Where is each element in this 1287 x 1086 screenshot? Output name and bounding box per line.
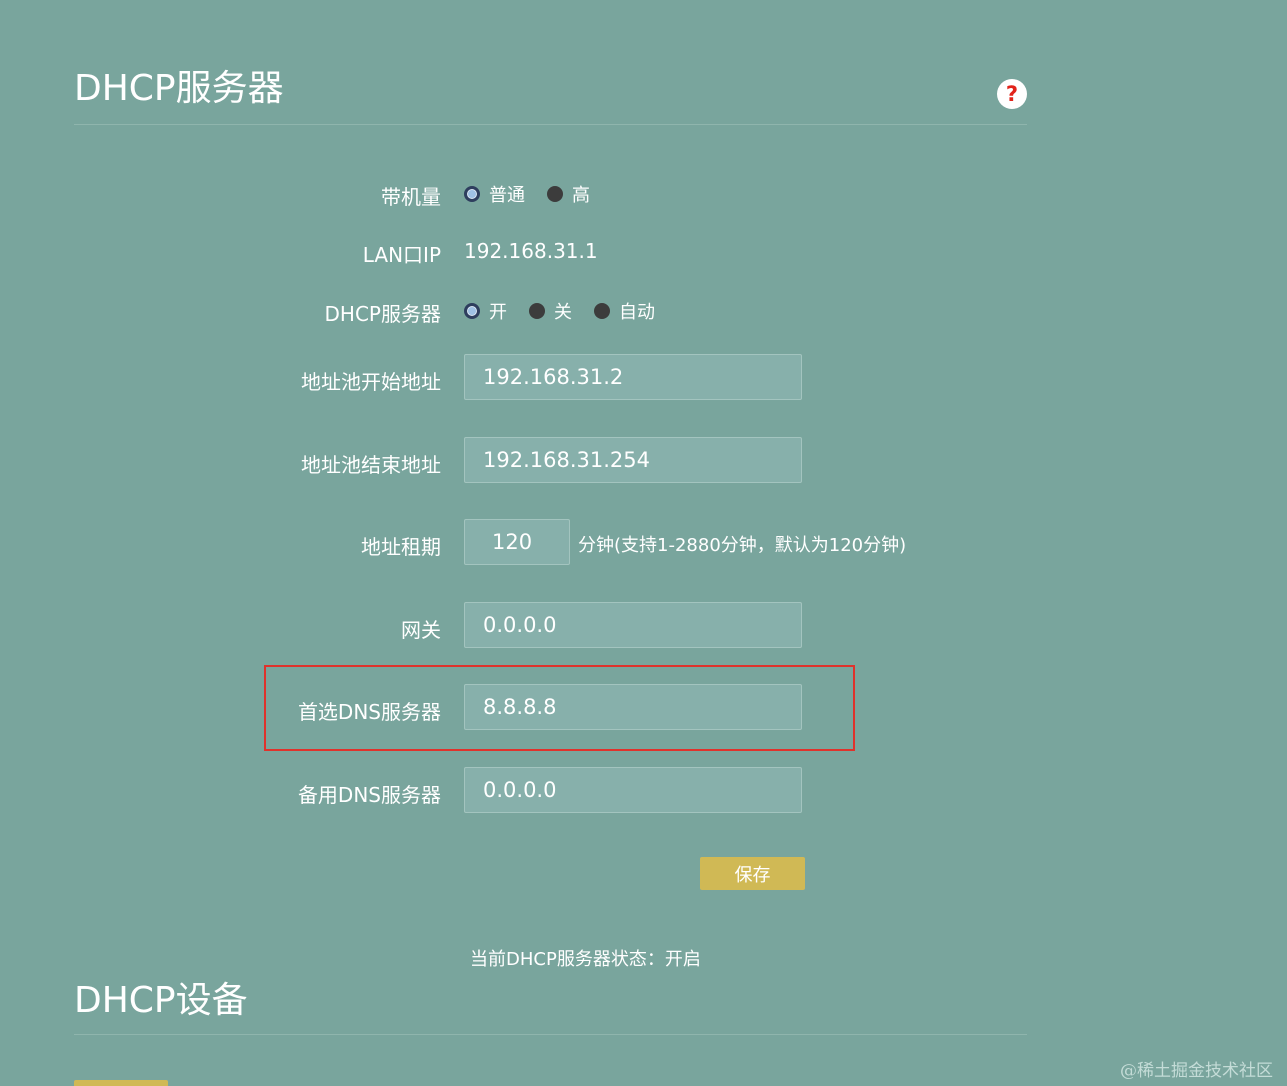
radio-checked-icon[interactable] [464, 186, 480, 202]
pool-end-input[interactable] [464, 437, 802, 483]
dhcp-mode-radio-group: 开 关 自动 [464, 298, 677, 324]
load-option-high-label: 高 [572, 185, 590, 206]
devices-action-button[interactable] [74, 1080, 168, 1086]
dhcp-settings-page: DHCP服务器 ? 带机量 普通 高 LAN口IP 192.168.31.1 D… [0, 0, 1287, 1086]
section-divider [74, 1034, 1027, 1035]
radio-unchecked-icon[interactable] [547, 186, 563, 202]
dhcp-mode-auto[interactable]: 自动 [594, 298, 655, 324]
load-option-normal-label: 普通 [489, 185, 525, 206]
dhcp-status-text: 当前DHCP服务器状态：开启 [470, 949, 701, 970]
save-button[interactable]: 保存 [700, 857, 805, 890]
lease-hint: 分钟(支持1-2880分钟，默认为120分钟) [578, 535, 907, 556]
gateway-input[interactable] [464, 602, 802, 648]
dhcp-mode-on[interactable]: 开 [464, 298, 507, 324]
lan-ip-label: LAN口IP [362, 243, 441, 267]
lan-ip-value: 192.168.31.1 [464, 239, 598, 263]
radio-checked-icon[interactable] [464, 303, 480, 319]
load-option-normal[interactable]: 普通 [464, 181, 525, 207]
secondary-dns-input[interactable] [464, 767, 802, 813]
lease-input[interactable] [464, 519, 570, 565]
dhcp-mode-off-label: 关 [554, 302, 572, 323]
watermark: @稀土掘金技术社区 [1120, 1061, 1273, 1081]
help-icon[interactable]: ? [997, 79, 1027, 109]
secondary-dns-label: 备用DNS服务器 [297, 783, 441, 807]
lease-label: 地址租期 [361, 535, 441, 559]
radio-unchecked-icon[interactable] [529, 303, 545, 319]
dhcp-mode-auto-label: 自动 [619, 302, 655, 323]
pool-end-label: 地址池结束地址 [301, 453, 441, 477]
primary-dns-label: 首选DNS服务器 [297, 700, 441, 724]
pool-start-label: 地址池开始地址 [301, 370, 441, 394]
dhcp-devices-title: DHCP设备 [74, 980, 248, 1021]
load-option-high[interactable]: 高 [547, 181, 590, 207]
primary-dns-input[interactable] [464, 684, 802, 730]
section-divider [74, 124, 1027, 125]
dhcp-mode-label: DHCP服务器 [324, 302, 441, 326]
dhcp-mode-on-label: 开 [489, 302, 507, 323]
dhcp-server-title: DHCP服务器 [74, 68, 284, 109]
load-radio-group: 普通 高 [464, 181, 612, 207]
pool-start-input[interactable] [464, 354, 802, 400]
dhcp-mode-off[interactable]: 关 [529, 298, 572, 324]
gateway-label: 网关 [401, 618, 441, 642]
load-label: 带机量 [381, 185, 441, 209]
radio-unchecked-icon[interactable] [594, 303, 610, 319]
